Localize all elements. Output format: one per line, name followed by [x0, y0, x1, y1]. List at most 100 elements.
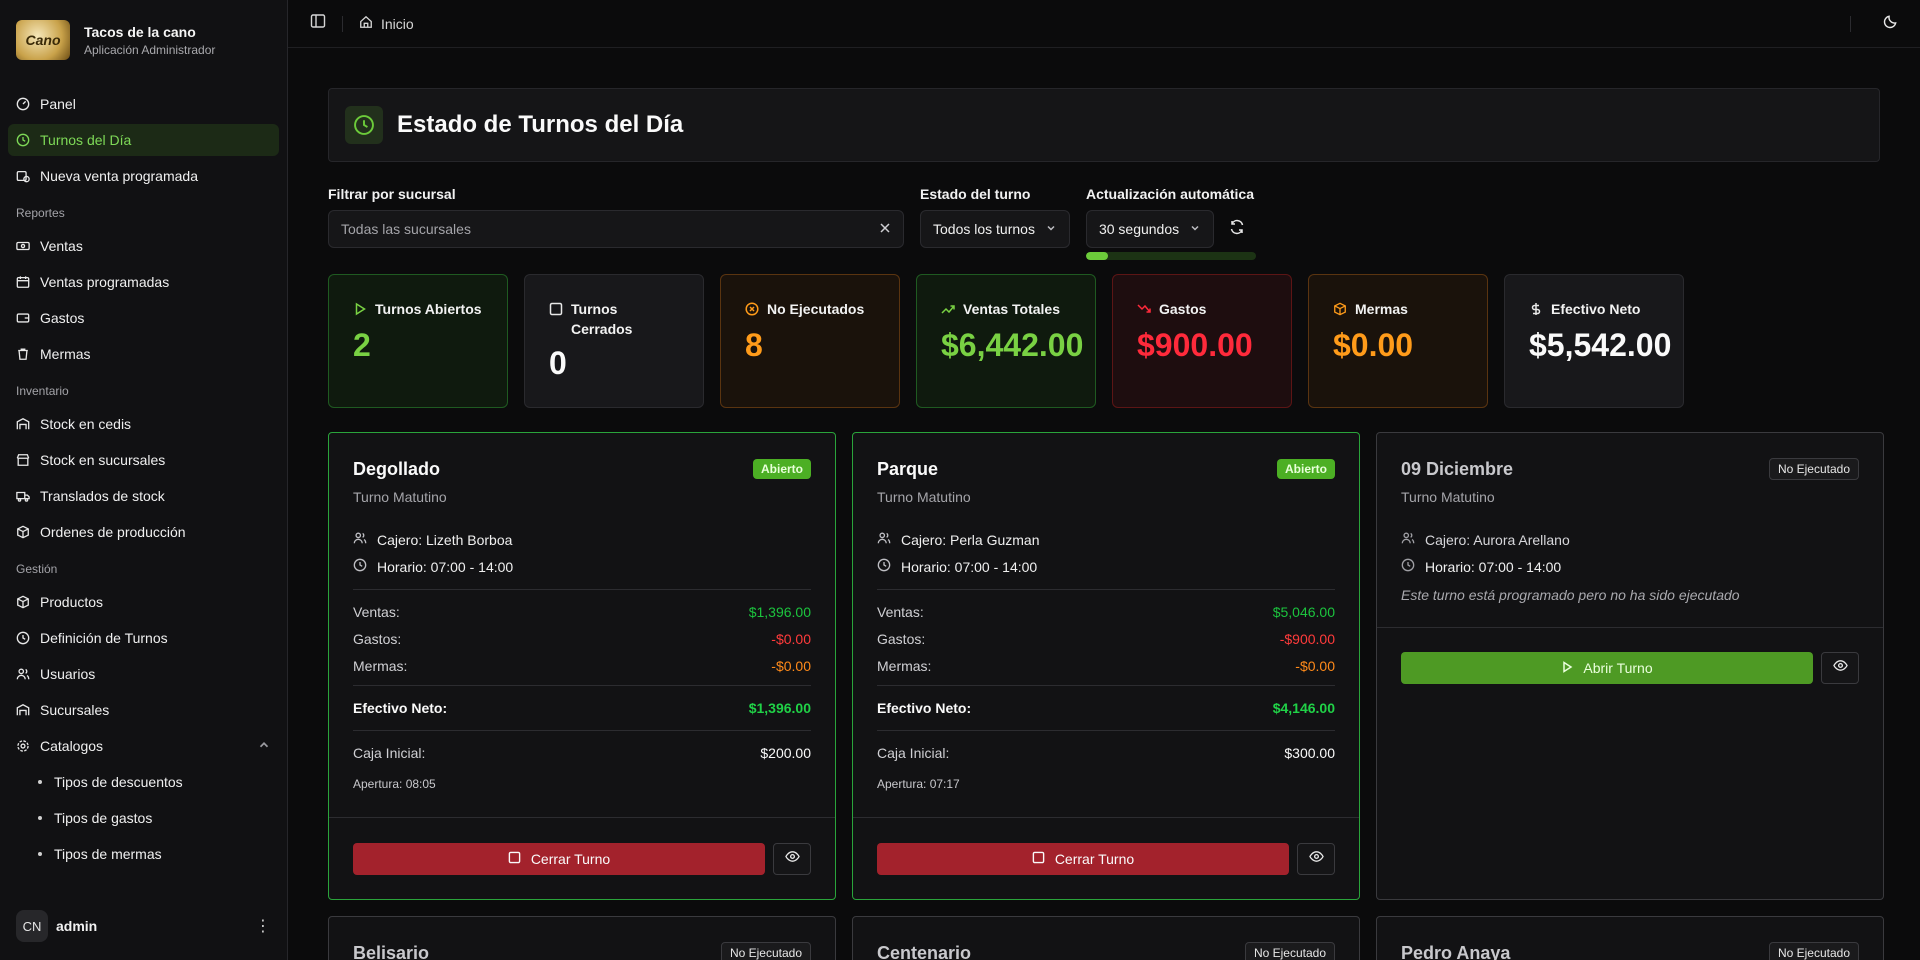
sidebar-item-label: Panel: [40, 96, 76, 112]
refresh-button[interactable]: [1222, 214, 1252, 244]
clock-icon: [353, 558, 367, 575]
divider: [353, 589, 811, 590]
value-mermas: -$0.00: [771, 658, 811, 674]
sidebar-item-definicion-turnos[interactable]: Definición de Turnos: [8, 622, 279, 654]
sidebar-item-usuarios[interactable]: Usuarios: [8, 658, 279, 690]
filter-sucursal-label: Filtrar por sucursal: [328, 186, 456, 202]
sidebar-item-label: Usuarios: [40, 666, 96, 682]
sidebar-item-stock-cedis[interactable]: Stock en cedis: [8, 408, 279, 440]
clear-icon[interactable]: [879, 221, 891, 237]
breadcrumb[interactable]: Inicio: [359, 15, 414, 32]
sidebar-item-translados[interactable]: Translados de stock: [8, 480, 279, 512]
stat-card: No Ejecutados 8: [720, 274, 900, 408]
sidebar-item-ventas-programadas[interactable]: Ventas programadas: [8, 266, 279, 298]
moon-icon[interactable]: [1883, 14, 1898, 34]
stat-label: No Ejecutados: [767, 301, 865, 317]
stat-value: $900.00: [1137, 327, 1253, 363]
label-efectivo: Efectivo Neto:: [877, 700, 972, 716]
sucursal-select[interactable]: Todas las sucursales: [328, 210, 904, 248]
sidebar-item-stock-sucursales[interactable]: Stock en sucursales: [8, 444, 279, 476]
brand-logo: Cano: [16, 20, 70, 60]
sidebar-item-ordenes[interactable]: Ordenes de producción: [8, 516, 279, 548]
close-shift-button[interactable]: Cerrar Turno: [877, 842, 1289, 875]
divider: [877, 589, 1335, 590]
stat-card: Turnos Abiertos 2: [328, 274, 508, 408]
branch-name: Parque: [877, 458, 939, 479]
sidebar-subitem-label: Tipos de gastos: [54, 810, 153, 826]
stats-row: Turnos Abiertos 2 Turnos Cerrados 0 No Ejecu…: [328, 274, 1880, 408]
sidebar-item-panel[interactable]: Panel: [8, 88, 279, 120]
sidebar-item-ventas[interactable]: Ventas: [8, 230, 279, 262]
sidebar-item-label: Stock en sucursales: [40, 452, 166, 468]
view-details-button[interactable]: [773, 842, 811, 875]
shift-card: Degollado Abierto Turno Matutino Cajero:…: [328, 432, 836, 900]
stat-label: Mermas: [1355, 301, 1408, 317]
sidebar: Cano Tacos de la cano Aplicación Adminis…: [0, 0, 288, 960]
opening-time: Apertura: 07:17: [877, 777, 960, 791]
sidebar-item-label: Productos: [40, 594, 104, 610]
sidebar-subitem-gastos[interactable]: Tipos de gastos: [8, 802, 279, 834]
label-caja: Caja Inicial:: [353, 745, 426, 761]
bullet-icon: [38, 816, 42, 820]
branch-name: Centenario: [877, 942, 972, 960]
sidebar-item-gastos[interactable]: Gastos: [8, 302, 279, 334]
user-menu[interactable]: CN admin ⋮: [8, 906, 279, 946]
label-gastos: Gastos:: [353, 631, 402, 647]
label-mermas: Mermas:: [877, 658, 932, 674]
stat-card: Ventas Totales $6,442.00: [916, 274, 1096, 408]
more-vertical-icon[interactable]: ⋮: [255, 916, 271, 936]
store-icon: [16, 453, 30, 467]
label-efectivo: Efectivo Neto:: [353, 700, 448, 716]
shift-card: Parque Abierto Turno Matutino Cajero: Pe…: [852, 432, 1360, 900]
shift-card: Belisario No Ejecutado: [328, 916, 836, 960]
sidebar-item-label: Gastos: [40, 310, 85, 326]
view-details-button[interactable]: [1821, 652, 1859, 684]
button-label: Cerrar Turno: [530, 850, 611, 867]
sidebar-subitem-descuentos[interactable]: Tipos de descuentos: [8, 766, 279, 798]
status-badge: No Ejecutado: [1768, 458, 1859, 480]
refresh-icon: [1229, 219, 1245, 240]
sidebar-item-catalogos[interactable]: Catalogos: [8, 730, 279, 762]
bullet-icon: [38, 852, 42, 856]
progress-fill: [1085, 252, 1109, 260]
sidebar-item-turnos[interactable]: Turnos del Día: [8, 124, 279, 156]
open-shift-button[interactable]: Abrir Turno: [1401, 652, 1813, 684]
close-shift-button[interactable]: Cerrar Turno: [353, 842, 765, 875]
sidebar-item-nueva-venta[interactable]: Nueva venta programada: [8, 160, 279, 192]
divider: [353, 730, 811, 731]
divider: [877, 685, 1335, 686]
sidebar-item-mermas[interactable]: Mermas: [8, 338, 279, 370]
users-icon: [1401, 531, 1415, 548]
sidebar-item-productos[interactable]: Productos: [8, 586, 279, 618]
sidebar-subitem-mermas[interactable]: Tipos de mermas: [8, 838, 279, 870]
stat-label: Turnos Cerrados: [571, 301, 633, 337]
gauge-icon: [16, 97, 30, 111]
auto-refresh-select[interactable]: 30 segundos: [1085, 210, 1215, 248]
stat-label: Gastos: [1159, 301, 1207, 317]
sidebar-toggle-icon[interactable]: [310, 13, 326, 34]
settings-icon: [16, 739, 30, 753]
play-icon: [353, 299, 367, 321]
sidebar-subitem-label: Tipos de mermas: [54, 846, 162, 862]
breadcrumb-label: Inicio: [381, 15, 414, 32]
users-icon: [353, 531, 367, 548]
stat-card: Turnos Cerrados 0: [524, 274, 704, 408]
stat-value: $5,542.00: [1529, 327, 1672, 363]
x-circle-icon: [745, 299, 759, 321]
value-ventas: $1,396.00: [748, 604, 811, 620]
trending-down-icon: [1137, 299, 1151, 321]
view-details-button[interactable]: [1297, 842, 1335, 875]
avatar: CN: [16, 910, 48, 942]
clock-icon: [877, 558, 891, 575]
stat-card: Gastos $900.00: [1112, 274, 1292, 408]
value-gastos: -$0.00: [771, 631, 811, 647]
user-name: admin: [56, 918, 98, 934]
auto-refresh-value: 30 segundos: [1098, 221, 1180, 237]
brand[interactable]: Cano Tacos de la cano Aplicación Adminis…: [0, 0, 287, 80]
estado-select[interactable]: Todos los turnos: [920, 210, 1070, 248]
stat-label: Turnos Abiertos: [375, 301, 482, 317]
sidebar-item-sucursales[interactable]: Sucursales: [8, 694, 279, 726]
package-icon: [16, 525, 30, 539]
value-efectivo: $1,396.00: [748, 700, 811, 716]
sidebar-item-label: Stock en cedis: [40, 416, 132, 432]
